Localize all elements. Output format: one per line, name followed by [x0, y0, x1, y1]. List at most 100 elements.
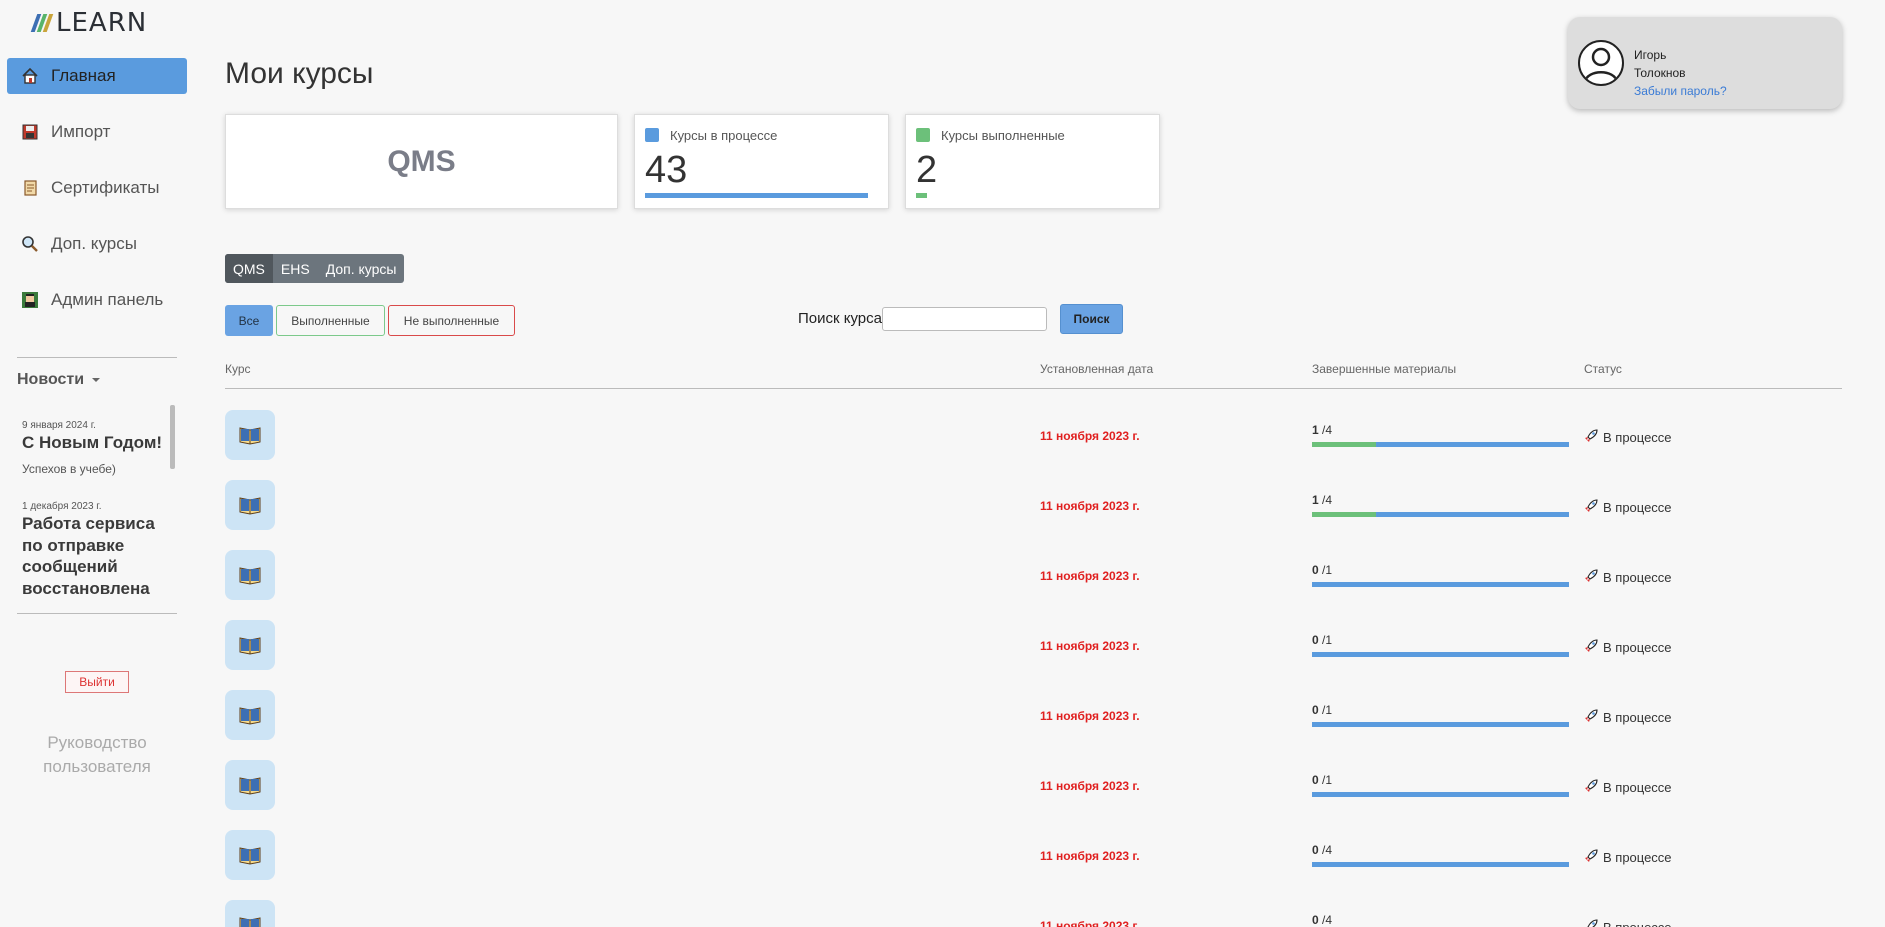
rocket-icon — [1584, 848, 1599, 866]
row-progress-fill — [1312, 512, 1377, 517]
chevron-down-icon — [92, 378, 101, 382]
sidebar-nav: Главная Импорт Сертификаты Доп. курсы Ад… — [7, 58, 187, 338]
table-row[interactable]: 11 ноября 2023 г. 0 /1 В процессе — [0, 690, 1885, 750]
completed-legend-dot — [916, 128, 930, 142]
table-row[interactable]: 11 ноября 2023 г. 1 /4 В процессе — [0, 410, 1885, 470]
table-row[interactable]: 11 ноября 2023 г. 0 /4 В процессе — [0, 900, 1885, 927]
book-icon[interactable] — [225, 410, 275, 460]
row-status: В процессе — [1584, 848, 1672, 866]
row-progress-bar — [1312, 652, 1569, 657]
row-date: 11 ноября 2023 г. — [1040, 849, 1140, 863]
tab-extra-courses[interactable]: Доп. курсы — [318, 254, 405, 283]
row-materials-total: /4 — [1318, 843, 1333, 857]
user-avatar-icon[interactable] — [1578, 40, 1624, 86]
table-row[interactable]: 11 ноября 2023 г. 0 /1 В процессе — [0, 620, 1885, 680]
row-status-label: В процессе — [1603, 849, 1672, 865]
row-status-label: В процессе — [1603, 569, 1672, 585]
admin-avatar-icon — [21, 291, 39, 309]
book-icon[interactable] — [225, 760, 275, 810]
row-status-label: В процессе — [1603, 779, 1672, 795]
sidebar-item-certificates[interactable]: Сертификаты — [7, 170, 187, 206]
filter-all-button[interactable]: Все — [225, 305, 273, 336]
table-row[interactable]: 11 ноября 2023 г. 0 /4 В процессе — [0, 830, 1885, 890]
column-header-status: Статус — [1584, 362, 1622, 376]
row-materials-done: 0 — [1312, 913, 1319, 927]
row-materials-total: /4 — [1318, 493, 1333, 507]
tab-ehs[interactable]: EHS — [273, 254, 318, 283]
rocket-icon — [1584, 428, 1599, 446]
home-icon — [21, 67, 39, 85]
user-card: Игорь Толокнов Забыли пароль? — [1568, 17, 1842, 109]
user-first-name: Игорь — [1634, 48, 1667, 62]
sidebar-item-import[interactable]: Импорт — [7, 114, 187, 150]
table-row[interactable]: 11 ноября 2023 г. 1 /4 В процессе — [0, 480, 1885, 540]
rocket-icon — [1584, 568, 1599, 586]
column-header-materials: Завершенные материалы — [1312, 362, 1457, 376]
row-materials-total: /4 — [1318, 913, 1333, 927]
sidebar-item-label: Сертификаты — [51, 178, 160, 197]
sidebar-item-label: Импорт — [51, 122, 111, 141]
row-status-label: В процессе — [1603, 639, 1672, 655]
row-progress-bar — [1312, 722, 1569, 727]
row-materials-total: /1 — [1318, 703, 1333, 717]
search-input[interactable] — [882, 307, 1047, 331]
row-progress-bar — [1312, 862, 1569, 867]
tab-qms[interactable]: QMS — [225, 254, 273, 283]
row-progress-bar — [1312, 582, 1569, 587]
row-materials-total: /1 — [1318, 773, 1333, 787]
course-group-card: QMS — [225, 114, 618, 209]
row-materials-count: 0 /1 — [1312, 703, 1332, 717]
row-materials-done: 1 — [1312, 423, 1319, 437]
rocket-icon — [1584, 498, 1599, 516]
table-row[interactable]: 11 ноября 2023 г. 0 /1 В процессе — [0, 550, 1885, 610]
row-materials-count: 0 /1 — [1312, 563, 1332, 577]
sidebar-item-extra-courses[interactable]: Доп. курсы — [7, 226, 187, 262]
book-icon[interactable] — [225, 830, 275, 880]
row-date: 11 ноября 2023 г. — [1040, 639, 1140, 653]
filter-completed-button[interactable]: Выполненные — [276, 305, 385, 336]
completed-card: Курсы выполненные 2 — [905, 114, 1160, 209]
sidebar-divider — [17, 357, 177, 358]
row-materials-done: 0 — [1312, 633, 1319, 647]
app-logo[interactable]: LEARN — [30, 8, 148, 38]
row-materials-count: 0 /1 — [1312, 773, 1332, 787]
sidebar-item-label: Главная — [51, 66, 116, 85]
page-title: Мои курсы — [225, 57, 374, 90]
search-button[interactable]: Поиск — [1060, 304, 1123, 334]
column-header-course: Курс — [225, 362, 251, 376]
row-materials-done: 1 — [1312, 493, 1319, 507]
book-icon[interactable] — [225, 550, 275, 600]
row-materials-done: 0 — [1312, 563, 1319, 577]
book-icon[interactable] — [225, 690, 275, 740]
row-materials-total: /1 — [1318, 563, 1333, 577]
row-status: В процессе — [1584, 918, 1672, 927]
logo-text: LEARN — [56, 8, 148, 38]
book-icon[interactable] — [225, 620, 275, 670]
sidebar-item-home[interactable]: Главная — [7, 58, 187, 94]
sidebar-item-label: Админ панель — [51, 290, 164, 309]
row-date: 11 ноября 2023 г. — [1040, 709, 1140, 723]
row-status-label: В процессе — [1603, 709, 1672, 725]
scroll-icon — [21, 179, 39, 197]
row-materials-total: /4 — [1318, 423, 1333, 437]
news-toggle[interactable]: Новости — [17, 371, 101, 389]
row-status: В процессе — [1584, 568, 1672, 586]
magnifier-icon — [21, 235, 39, 253]
completed-label: Курсы выполненные — [941, 128, 1065, 143]
row-date: 11 ноября 2023 г. — [1040, 569, 1140, 583]
news-title: Новости — [17, 371, 85, 388]
row-date: 11 ноября 2023 г. — [1040, 779, 1140, 793]
row-status-label: В процессе — [1603, 429, 1672, 445]
table-row[interactable]: 11 ноября 2023 г. 0 /1 В процессе — [0, 760, 1885, 820]
book-icon[interactable] — [225, 480, 275, 530]
forgot-password-link[interactable]: Забыли пароль? — [1634, 84, 1727, 98]
row-progress-bar — [1312, 512, 1569, 517]
completed-bar — [916, 193, 928, 198]
sidebar-item-admin[interactable]: Админ панель — [7, 282, 187, 318]
row-progress-bar — [1312, 792, 1569, 797]
filter-not-completed-button[interactable]: Не выполненные — [388, 305, 515, 336]
in-progress-count: 43 — [645, 149, 688, 191]
rocket-icon — [1584, 708, 1599, 726]
book-icon[interactable] — [225, 900, 275, 927]
rocket-icon — [1584, 918, 1599, 927]
